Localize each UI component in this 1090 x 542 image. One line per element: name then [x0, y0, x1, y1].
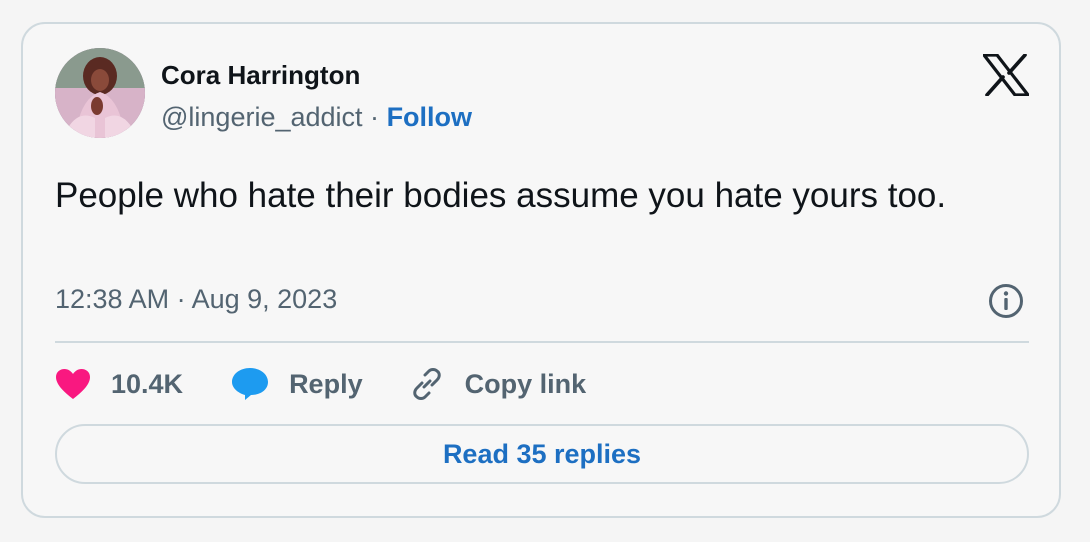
tweet-card: Cora Harrington @lingerie_addict · Follo…	[21, 22, 1061, 518]
action-bar: 10.4K Reply Copy link	[55, 364, 586, 404]
reply-button[interactable]: Reply	[231, 367, 363, 401]
copy-link-label: Copy link	[464, 368, 587, 399]
x-logo-icon[interactable]	[983, 54, 1029, 96]
info-icon[interactable]	[987, 282, 1025, 320]
like-button[interactable]: 10.4K	[55, 368, 183, 400]
author-handle[interactable]: @lingerie_addict	[161, 102, 363, 132]
handle-row: @lingerie_addict · Follow	[161, 102, 472, 133]
tweet-text: People who hate their bodies assume you …	[55, 176, 947, 215]
read-replies-button[interactable]: Read 35 replies	[55, 424, 1029, 484]
like-count: 10.4K	[111, 368, 184, 399]
heart-icon	[56, 369, 90, 399]
follow-button[interactable]: Follow	[387, 102, 472, 132]
divider	[55, 341, 1029, 343]
separator-dot: ·	[370, 102, 380, 132]
copy-link-button[interactable]: Copy link	[409, 366, 587, 402]
tweet-timestamp[interactable]: 12:38 AM · Aug 9, 2023	[55, 284, 337, 315]
author-name[interactable]: Cora Harrington	[161, 60, 360, 91]
speech-bubble-icon	[232, 368, 269, 400]
avatar[interactable]	[55, 48, 145, 138]
link-icon	[412, 368, 441, 400]
reply-label: Reply	[289, 368, 363, 399]
